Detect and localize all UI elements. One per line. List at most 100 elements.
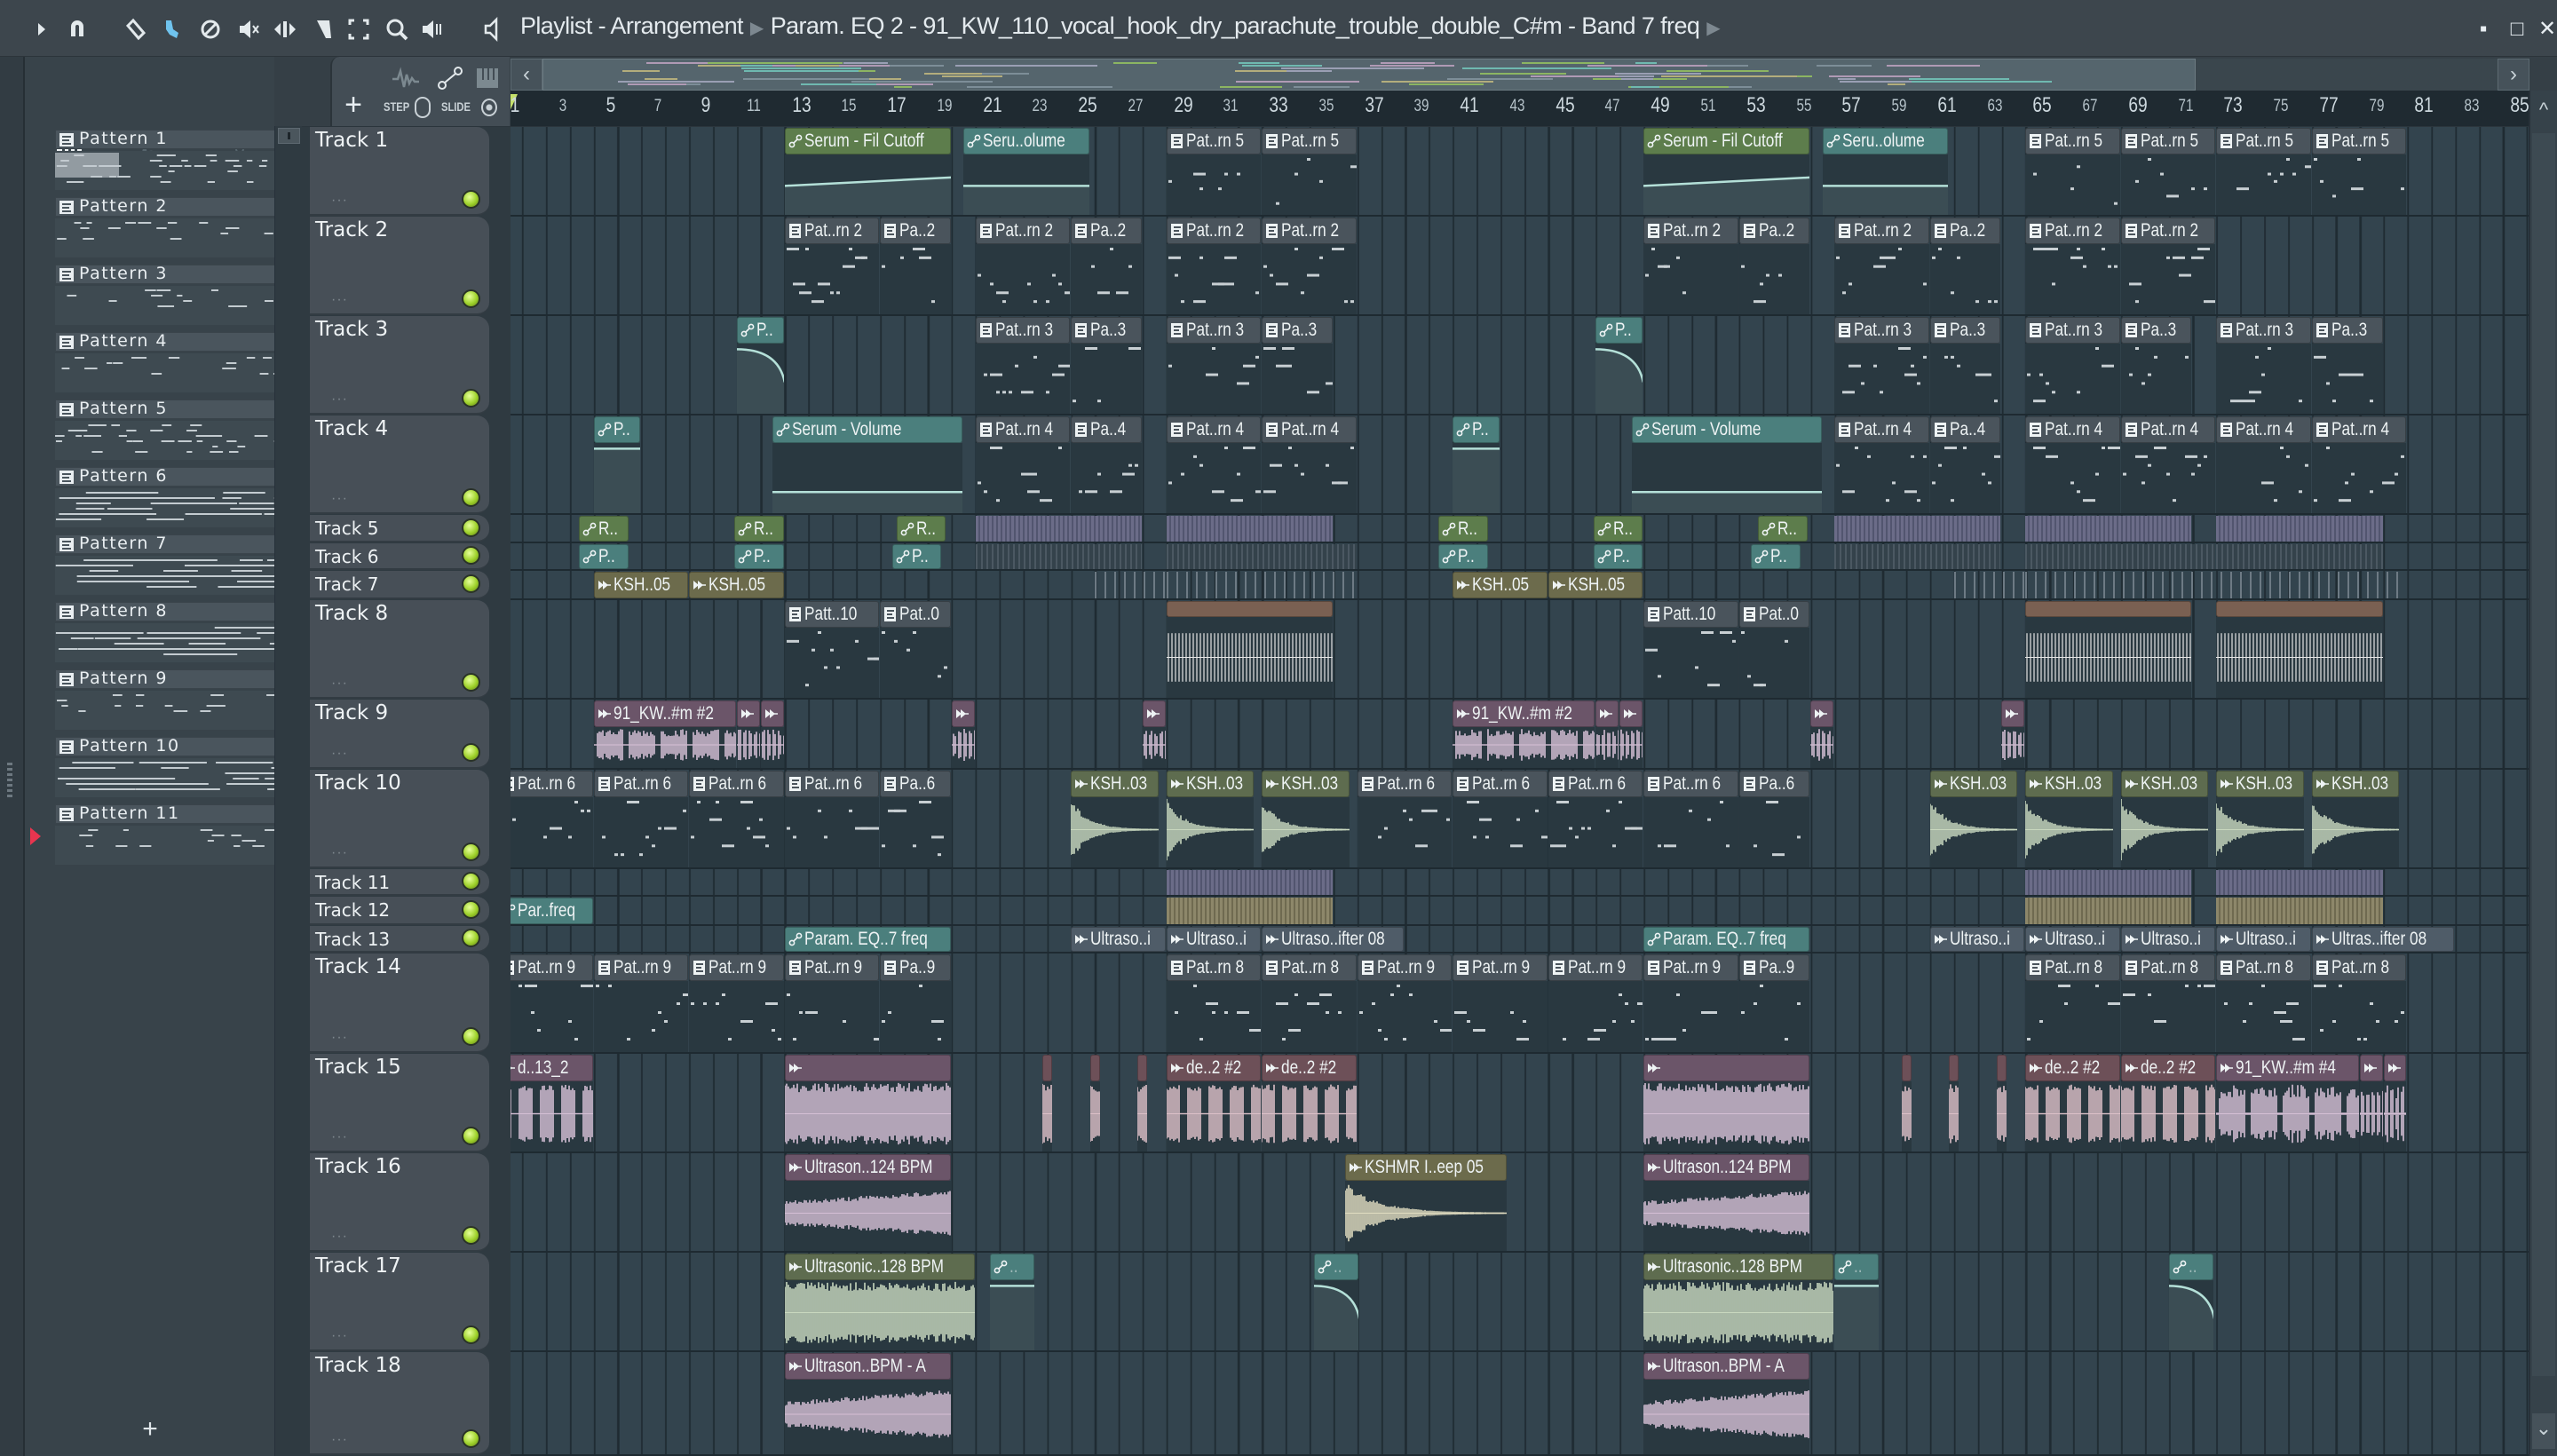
clip-green[interactable]: KSH..03 <box>2025 771 2113 867</box>
clip-pink[interactable] <box>736 700 760 768</box>
clip-header[interactable]: Patt..10 <box>1643 601 1738 628</box>
clip-pat[interactable]: Pa..2 <box>1071 218 1142 314</box>
clip-header[interactable]: KSH..03 <box>1929 771 2018 797</box>
clip-header[interactable]: KSH..05 <box>1548 572 1643 598</box>
clip-header[interactable]: P.. <box>736 317 784 344</box>
track-mute-led[interactable] <box>462 488 480 507</box>
clip-header[interactable]: P.. <box>1593 544 1643 569</box>
clip-khaki[interactable]: KSH..05 <box>1453 572 1548 598</box>
scroll-right-button[interactable]: › <box>2498 59 2529 91</box>
clip-pat[interactable]: Pa..6 <box>1738 771 1810 867</box>
clip-rose[interactable] <box>1997 1055 2007 1151</box>
clip-autoT[interactable]: P.. <box>1438 544 1488 569</box>
clip-header[interactable]: Pat..rn 9 <box>1453 954 1548 981</box>
clip-pat[interactable]: Patt..10 <box>1643 601 1738 698</box>
clip-pat[interactable]: Pat..0 <box>880 601 951 698</box>
clip-header[interactable]: P.. <box>1751 544 1801 569</box>
clip-pink[interactable] <box>784 1055 951 1151</box>
track-header[interactable]: Track 15 ··· <box>310 1054 489 1152</box>
track-name[interactable]: Track 14 <box>315 955 401 978</box>
clip-header[interactable]: KSH..03 <box>2311 771 2400 797</box>
clip-header[interactable]: Pat..rn 3 <box>975 317 1071 344</box>
clip-pat[interactable]: Pat..rn 3 <box>1834 317 1929 414</box>
clip-pat[interactable]: Pat..rn 8 <box>2120 954 2216 1052</box>
clip-green[interactable]: KSH..03 <box>1262 771 1350 867</box>
pattern-item[interactable]: Pattern 6 <box>55 466 337 529</box>
clip-header[interactable]: Ultraso..i <box>2120 927 2216 952</box>
clip-header[interactable]: Pat..rn 3 <box>2025 317 2120 344</box>
playlist-overview-scrollbar[interactable] <box>542 59 2196 91</box>
clip-collapsed[interactable] <box>975 516 1142 542</box>
clip-header[interactable]: KSHMR I..eep 05 <box>1345 1154 1508 1181</box>
clip-collapsed[interactable] <box>2216 516 2383 542</box>
clip-collapsed[interactable] <box>2216 544 2383 569</box>
clip-header[interactable]: Ultraso..i <box>1166 927 1262 952</box>
clip-header[interactable]: Pa..9 <box>1738 954 1810 981</box>
clip-pink[interactable]: 91_KW..#m #2 <box>1453 700 1595 768</box>
pattern-item-header[interactable]: Pattern 3 <box>55 264 295 284</box>
clip-rose[interactable]: de..2 #2 <box>2120 1055 2216 1151</box>
clip-slate[interactable]: Ultraso..i <box>1929 927 2025 952</box>
clip-green[interactable]: Ultrasonic..128 BPM <box>1643 1254 1834 1350</box>
clip-header[interactable]: 91_KW..#m #2 <box>1453 700 1595 727</box>
clip-collapsed[interactable] <box>2216 870 2383 895</box>
clip-collapsed[interactable] <box>1834 544 2001 569</box>
clip-header[interactable]: Pa..2 <box>1929 218 2001 244</box>
clip-pat[interactable]: Pa..3 <box>1929 317 2001 414</box>
clip-slate[interactable]: Ultraso..i <box>1166 927 1262 952</box>
clip-autoT[interactable]: P.. <box>1453 416 1500 513</box>
audio-clip-tab-icon[interactable] <box>391 66 421 92</box>
clip-rose[interactable]: de..2 #2 <box>1166 1055 1262 1151</box>
clip-brown[interactable] <box>1166 601 1333 698</box>
track-name[interactable]: Track 13 <box>315 929 390 950</box>
clip-header[interactable]: Pat..rn 6 <box>689 771 784 797</box>
clip-header[interactable]: Pat..rn 3 <box>1166 317 1262 344</box>
clip-autoT[interactable]: P.. <box>579 544 629 569</box>
clip-header[interactable]: Serum - Volume <box>772 416 963 443</box>
clip-header[interactable]: Pat..rn 4 <box>1166 416 1262 443</box>
clip-pink[interactable] <box>2359 1055 2383 1151</box>
clip-pink[interactable]: Ultrason..124 BPM <box>784 1154 951 1251</box>
clip-pat[interactable]: Pat..rn 9 <box>1357 954 1453 1052</box>
clip-pat[interactable]: Pa..3 <box>2120 317 2192 414</box>
clip-header[interactable]: Pa..2 <box>880 218 951 244</box>
track-mute-led[interactable] <box>462 900 480 919</box>
clip-header[interactable]: Pat..rn 4 <box>1262 416 1357 443</box>
pattern-item[interactable]: Pattern 5 <box>55 399 297 462</box>
clip-header[interactable]: Pa..3 <box>1262 317 1333 344</box>
clip-header[interactable]: Ultras..ifter 08 <box>2311 927 2455 952</box>
clip-pat[interactable]: Pat..rn 4 <box>1834 416 1929 513</box>
clip-autoT[interactable]: P.. <box>734 544 784 569</box>
clip-autoG[interactable]: Serum - Fil Cutoff <box>784 128 951 215</box>
clip-collapsed[interactable] <box>2025 572 2407 598</box>
clip-header[interactable]: Pat..rn 5 <box>2216 128 2311 154</box>
clip-autoG[interactable]: R.. <box>579 516 629 542</box>
clip-header[interactable]: Pat..rn 4 <box>975 416 1071 443</box>
close-button[interactable]: ✕ <box>2536 18 2557 41</box>
track-name[interactable]: Track 10 <box>315 772 401 795</box>
pattern-item[interactable]: Pattern 10 <box>55 736 336 799</box>
pattern-item-header[interactable]: Pattern 4 <box>55 331 295 352</box>
track-header[interactable]: Track 3 ··· <box>310 316 489 415</box>
clip-header[interactable]: KSH..03 <box>2216 771 2304 797</box>
clip-pat[interactable]: Pat..rn 9 <box>1548 954 1643 1052</box>
clip-pat[interactable]: Pat..rn 2 <box>1166 218 1262 314</box>
track-mute-led[interactable] <box>462 389 480 408</box>
clip-header[interactable]: R.. <box>1758 516 1808 542</box>
clip-pink[interactable]: Ultrason..BPM - A <box>784 1353 951 1454</box>
track-mute-led[interactable] <box>462 843 480 861</box>
clip-autoT[interactable]: Seru..olume <box>1822 128 1949 215</box>
clip-header[interactable]: KSH..05 <box>1453 572 1548 598</box>
automation-tab-icon[interactable] <box>435 64 465 92</box>
clip-header[interactable]: Ultraso..i <box>2025 927 2120 952</box>
clip-pink[interactable]: 91_KW..#m #2 <box>593 700 736 768</box>
clip-header[interactable]: P.. <box>734 544 784 569</box>
clip-pat[interactable]: Pa..3 <box>2311 317 2383 414</box>
clip-autoT[interactable]: P.. <box>1593 544 1643 569</box>
clip-pat[interactable]: Pat..rn 6 <box>593 771 689 867</box>
vertical-scrollbar[interactable]: ^ ⌄ <box>2529 91 2557 1456</box>
clip-header[interactable]: Pat..rn 6 <box>1357 771 1453 797</box>
clip-pat[interactable]: Patt..10 <box>784 601 880 698</box>
pencil-draw-icon[interactable] <box>122 16 148 43</box>
clip-autoT[interactable]: .. <box>1314 1254 1359 1350</box>
